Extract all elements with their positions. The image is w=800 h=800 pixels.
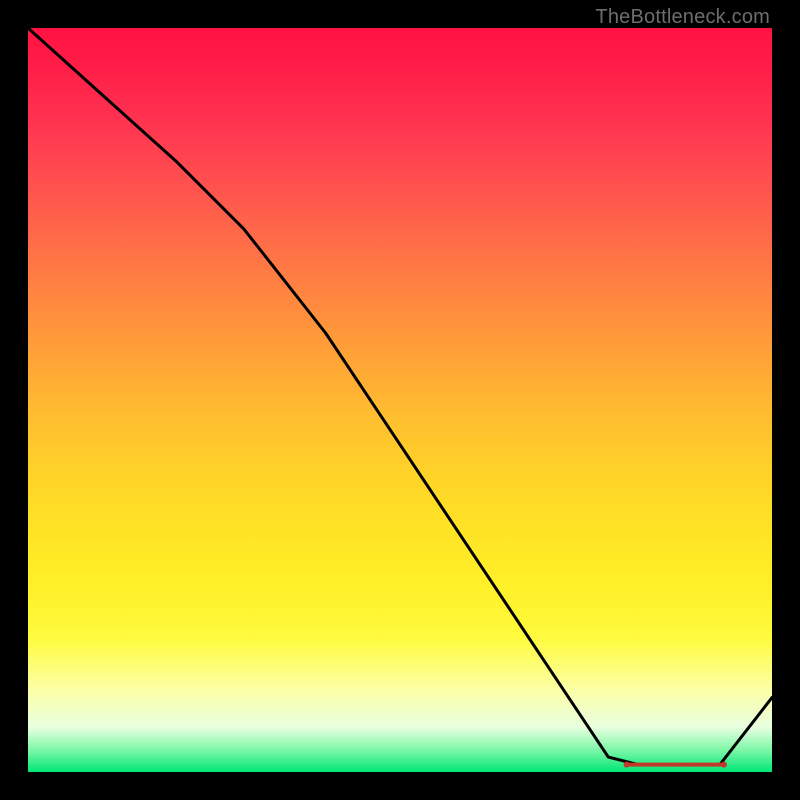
marker-group: [624, 762, 727, 768]
line-series: [28, 28, 772, 765]
plot-area: [28, 28, 772, 772]
watermark-text: TheBottleneck.com: [595, 6, 770, 29]
chart-svg: [28, 28, 772, 772]
bottleneck-curve-path: [28, 28, 772, 765]
marker-endcap: [624, 762, 630, 768]
chart-frame: TheBottleneck.com: [0, 0, 800, 800]
marker-endcap: [721, 762, 727, 768]
